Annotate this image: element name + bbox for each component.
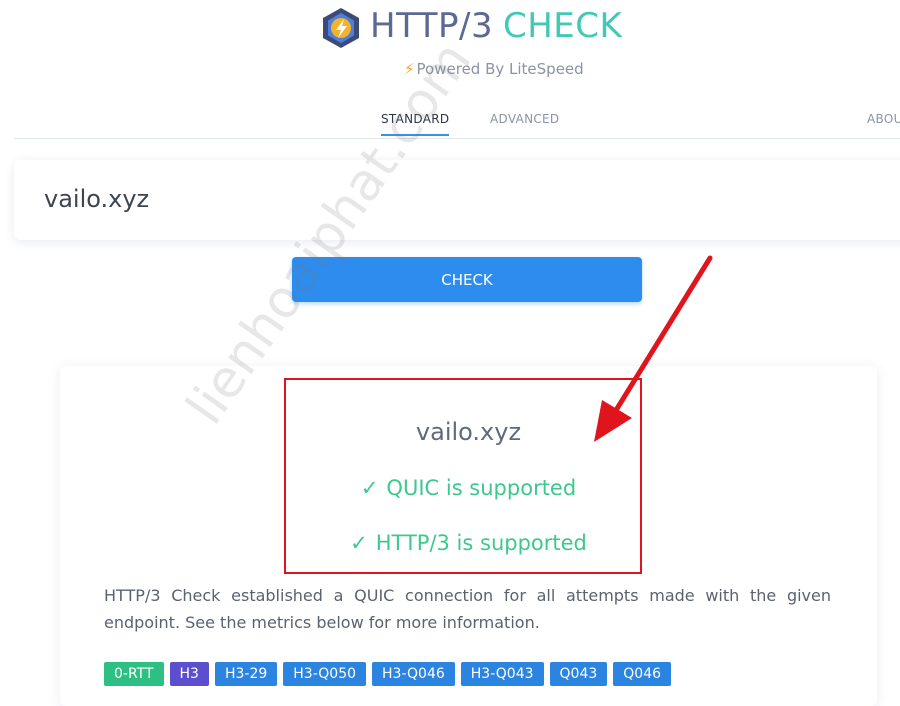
result-description: HTTP/3 Check established a QUIC connecti… xyxy=(104,586,831,632)
domain-input[interactable]: vailo.xyz xyxy=(44,185,149,213)
nav-tabs: STANDARD ADVANCED ABOU xyxy=(14,108,900,139)
brand-title-check: CHECK xyxy=(503,6,623,46)
badge-h3-q043: H3-Q043 xyxy=(460,662,544,686)
litespeed-logo-icon xyxy=(323,8,359,48)
check-button[interactable]: CHECK xyxy=(292,257,642,302)
http3-status-text: HTTP/3 is supported xyxy=(375,531,587,555)
checkmark-icon: ✓ xyxy=(350,531,368,555)
brand-title-http3: HTTP/3 xyxy=(370,6,494,46)
powered-by-text[interactable]: ⚡ Powered By LiteSpeed xyxy=(404,60,584,78)
tab-standard[interactable]: STANDARD xyxy=(381,112,450,136)
result-domain: vailo.xyz xyxy=(415,418,522,446)
protocol-badges: 0-RTT H3 H3-29 H3-Q050 H3-Q046 H3-Q043 Q… xyxy=(104,662,672,686)
checkmark-icon: ✓ xyxy=(360,476,379,500)
tab-advanced[interactable]: ADVANCED xyxy=(490,112,559,134)
site-header: HTTP/3 CHECK ⚡ Powered By LiteSpeed xyxy=(0,2,900,78)
http3-status: ✓ HTTP/3 is supported xyxy=(60,531,877,555)
powered-by-label: Powered By LiteSpeed xyxy=(416,60,584,78)
badge-h3-q046: H3-Q046 xyxy=(372,662,455,686)
lightning-bolt-icon: ⚡ xyxy=(404,60,415,78)
badge-q043: Q043 xyxy=(549,662,608,686)
quic-status: ✓ QUIC is supported xyxy=(60,476,877,500)
badge-h3-q050: H3-Q050 xyxy=(283,662,367,686)
badge-0rtt: 0-RTT xyxy=(104,662,164,686)
badge-h3-29: H3-29 xyxy=(214,662,278,686)
result-card: vailo.xyz ✓ QUIC is supported ✓ HTTP/3 is … xyxy=(60,366,877,706)
badge-q046: Q046 xyxy=(613,662,672,686)
quic-status-text: QUIC is supported xyxy=(386,476,577,500)
domain-input-card[interactable]: vailo.xyz xyxy=(14,160,900,240)
tab-about[interactable]: ABOU xyxy=(867,112,900,134)
badge-h3: H3 xyxy=(169,662,209,686)
